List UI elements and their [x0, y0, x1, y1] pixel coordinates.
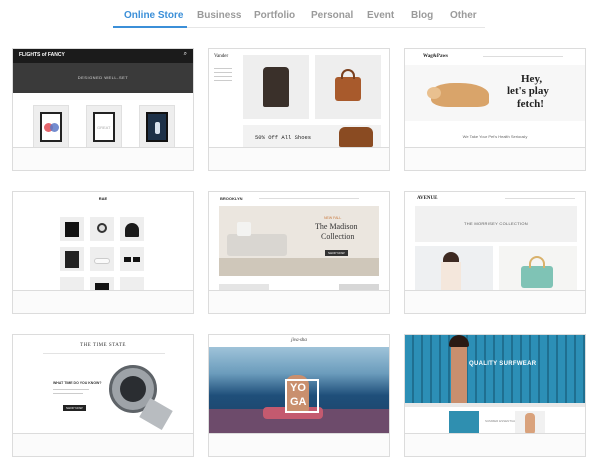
template-preview: Vander 50% Off All Shoes — [209, 49, 389, 149]
site-brand: FLIGHTS of FANCY — [19, 52, 65, 58]
product-poster: GREAT — [86, 105, 122, 149]
card-footer — [405, 433, 585, 456]
product-jacket — [60, 247, 84, 271]
product-bag — [315, 55, 381, 119]
product-poster — [33, 105, 69, 149]
template-preview: jiva·sha YO GA — [209, 335, 389, 435]
sofa-image — [227, 234, 287, 256]
card-footer — [13, 290, 193, 313]
template-card-rae[interactable]: RAE — [12, 191, 194, 314]
tab-portfolio[interactable]: Portfolio — [254, 10, 295, 21]
sale-text: 50% Off All Shoes — [255, 134, 312, 141]
template-preview: QUALITY SURFWEAR SUMMER ESSENTIALS — [405, 335, 585, 435]
card-footer — [209, 433, 389, 456]
card-footer — [13, 147, 193, 170]
template-card-yoga[interactable]: jiva·sha YO GA — [208, 334, 390, 457]
active-tab-indicator — [113, 26, 187, 28]
site-brand: RAE — [98, 196, 108, 201]
hero-banner: NEW FALL The Madison Collection SHOP NOW — [219, 206, 379, 276]
card-footer — [405, 290, 585, 313]
product-shoes — [339, 127, 373, 147]
search-icon: ⌕ — [183, 51, 187, 57]
hero-text: QUALITY SURFWEAR — [469, 361, 537, 367]
hero-banner: DESIGNED WELL-SET — [13, 63, 193, 93]
site-brand: Vander — [214, 54, 229, 59]
product-jacket — [243, 55, 309, 119]
template-card-madison[interactable]: BROOKLYN NEW FALL The Madison Collection… — [208, 191, 390, 314]
product-tshirt — [60, 217, 84, 241]
shop-now-button[interactable]: SHOP NOW — [63, 405, 86, 411]
hero-question: WHAT TIME DO YOU KNOW? — [53, 381, 102, 385]
hero-text: DESIGNED WELL-SET — [77, 75, 129, 80]
tab-personal[interactable]: Personal — [311, 10, 353, 21]
tab-event[interactable]: Event — [367, 10, 394, 21]
template-card-vander[interactable]: Vander 50% Off All Shoes — [208, 48, 390, 171]
template-preview: Wag&Paws Hey, let's play fetch! We Take … — [405, 49, 585, 149]
category-tabs: Online Store Business Portfolio Personal… — [0, 0, 600, 30]
shop-now-button[interactable]: SHOP NOW — [325, 250, 348, 256]
template-preview: FLIGHTS of FANCY ⌕ DESIGNED WELL-SET GRE… — [13, 49, 193, 149]
card-footer — [209, 290, 389, 313]
hero-banner: YO GA — [209, 347, 389, 435]
site-brand: BROOKLYN — [220, 196, 243, 201]
product-swimwear — [449, 411, 479, 435]
template-card-wag-paws[interactable]: Wag&Paws Hey, let's play fetch! We Take … — [404, 48, 586, 171]
site-brand: Wag&Paws — [423, 54, 448, 59]
site-header: FLIGHTS of FANCY ⌕ — [13, 49, 193, 63]
template-card-time-state[interactable]: THE TIME STATE WHAT TIME DO YOU KNOW? SH… — [12, 334, 194, 457]
collection-banner: THE MORRISEY COLLECTION — [415, 206, 577, 242]
product-watch — [90, 217, 114, 241]
product-poster — [139, 105, 175, 149]
sale-banner: 50% Off All Shoes — [243, 125, 381, 149]
model-image — [451, 339, 467, 403]
tab-business[interactable]: Business — [197, 10, 241, 21]
template-preview: BROOKLYN NEW FALL The Madison Collection… — [209, 192, 389, 292]
tab-blog[interactable]: Blog — [411, 10, 433, 21]
site-brand: AVENUE — [417, 196, 438, 201]
model-image — [415, 246, 493, 292]
product-beanie — [120, 217, 144, 241]
card-footer — [13, 433, 193, 456]
card-footer — [209, 147, 389, 170]
hero-banner: QUALITY SURFWEAR — [405, 335, 585, 403]
template-card-flights-of-fancy[interactable]: FLIGHTS of FANCY ⌕ DESIGNED WELL-SET GRE… — [12, 48, 194, 171]
product-sneakers — [90, 247, 114, 271]
template-card-surfwear[interactable]: QUALITY SURFWEAR SUMMER ESSENTIALS — [404, 334, 586, 457]
card-footer — [405, 147, 585, 170]
template-preview: RAE — [13, 192, 193, 292]
tagline: We Take Your Pet's Health Seriously — [462, 134, 528, 139]
yoga-logo: YO GA — [285, 379, 319, 413]
site-brand: THE TIME STATE — [80, 343, 126, 348]
template-preview: AVENUE THE MORRISEY COLLECTION — [405, 192, 585, 292]
hero-banner: Hey, let's play fetch! — [405, 65, 585, 121]
template-card-avenue[interactable]: AVENUE THE MORRISEY COLLECTION — [404, 191, 586, 314]
product-sunglasses — [120, 247, 144, 271]
site-brand: jiva·sha — [291, 338, 307, 343]
product-bag-image — [499, 246, 577, 292]
template-preview: THE TIME STATE WHAT TIME DO YOU KNOW? SH… — [13, 335, 193, 435]
tab-online-store[interactable]: Online Store — [124, 10, 183, 21]
tab-other[interactable]: Other — [450, 10, 477, 21]
